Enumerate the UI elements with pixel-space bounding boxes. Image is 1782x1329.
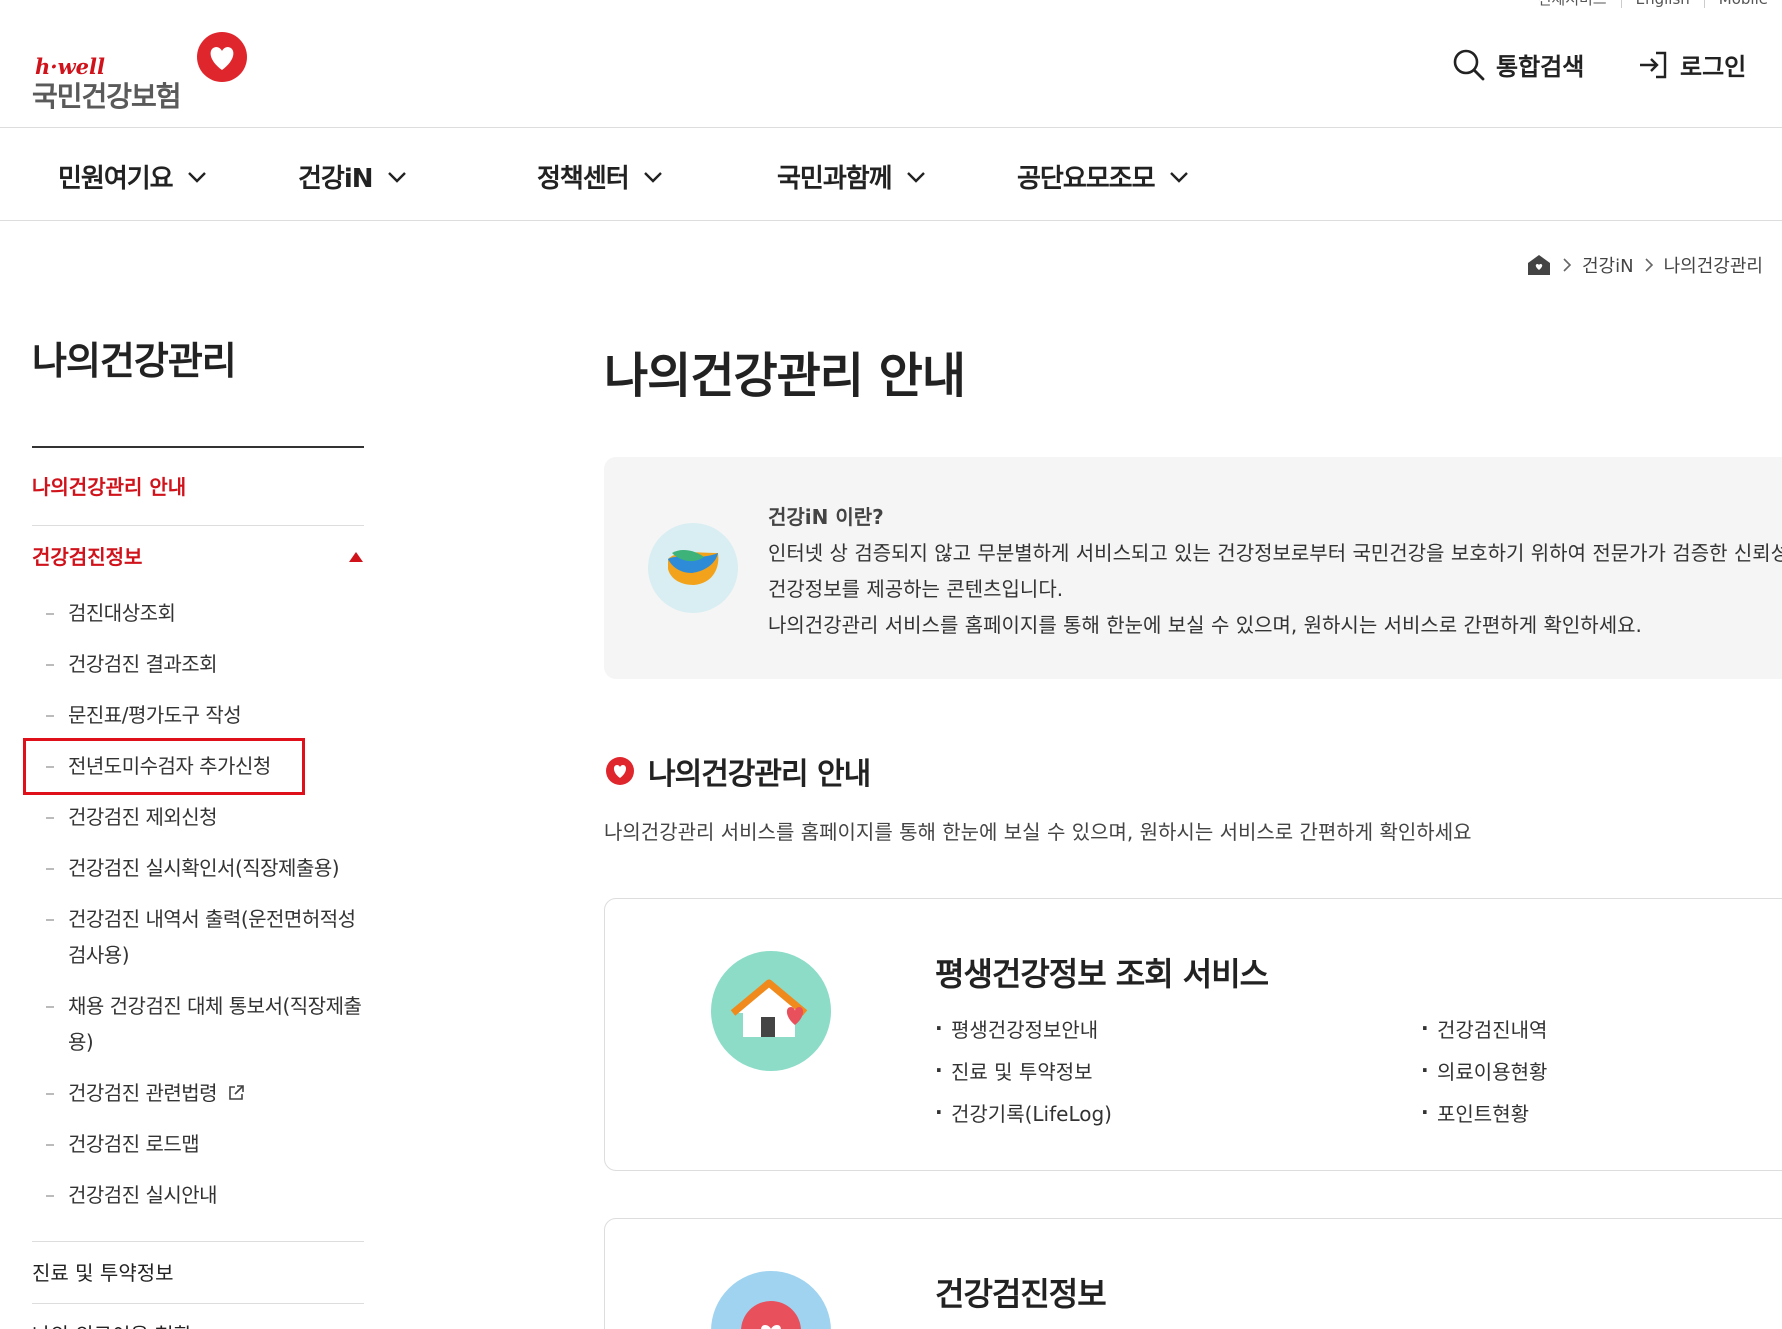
heart-bullet-icon — [606, 757, 634, 785]
chevron-right-icon — [1563, 258, 1572, 272]
sidebar-sub-list: 검진대상조회 건강검진 결과조회 문진표/평가도구 작성 전년도미수검자 추가신… — [23, 588, 364, 1221]
info-box: 건강iN 이란? 인터넷 상 검증되지 않고 무분별하게 서비스되고 있는 건강… — [604, 457, 1782, 679]
card-link[interactable]: 의료이용현황 — [1421, 1049, 1547, 1093]
card-title: 평생건강정보 조회 서비스 — [935, 955, 1269, 993]
chevron-right-icon — [1645, 258, 1653, 272]
site-header: h·well 국민건강보험 통합검색 로그인 — [0, 0, 1782, 128]
logo-heart-icon — [197, 32, 247, 82]
search-label: 통합검색 — [1496, 53, 1585, 81]
service-card-checkup[interactable]: 건강검진정보 — [604, 1218, 1782, 1329]
login-button[interactable]: 로그인 — [1636, 47, 1746, 82]
gnb-item-policy[interactable]: 정책센터 — [537, 158, 663, 195]
sidebar-group-label: 건강검진정보 — [32, 545, 143, 569]
card-link[interactable]: 건강기록(LifeLog) — [935, 1091, 1112, 1135]
sidebar-sub-item[interactable]: 채용 건강검진 대체 통보서(직장제출용) — [32, 981, 364, 1068]
info-line: 나의건강관리 서비스를 홈페이지를 통해 한눈에 보실 수 있으며, 원하시는 … — [768, 613, 1642, 637]
login-icon — [1640, 51, 1667, 78]
gnb-label: 건강iN — [298, 164, 374, 194]
info-line: 건강정보를 제공하는 콘텐츠입니다. — [768, 577, 1064, 601]
card-link-list: 건강검진내역 의료이용현황 포인트현황 — [1421, 1007, 1547, 1135]
chevron-down-icon — [187, 171, 206, 183]
card-link[interactable]: 진료 및 투약정보 — [935, 1049, 1112, 1093]
gnb-item-together[interactable]: 국민과함께 — [777, 158, 926, 195]
breadcrumb-item[interactable]: 나의건강관리 — [1664, 252, 1763, 278]
search-icon — [1453, 49, 1485, 80]
external-link-icon — [229, 1085, 244, 1100]
integrated-search-button[interactable]: 통합검색 — [1452, 47, 1584, 82]
card-link[interactable]: 건강검진내역 — [1421, 1007, 1547, 1051]
sidebar-sub-item-external[interactable]: 건강검진 관련법령 — [32, 1068, 364, 1119]
card-link-list: 평생건강정보안내 진료 및 투약정보 건강기록(LifeLog) — [935, 1007, 1112, 1135]
sidebar: 나의건강관리 나의건강관리 안내 건강검진정보 검진대상조회 건강검진 결과조회… — [23, 330, 364, 1329]
gnb-label: 국민과함께 — [777, 164, 893, 194]
sidebar-sub-item[interactable]: 건강검진 결과조회 — [32, 639, 364, 690]
gnb-item-civil[interactable]: 민원여기요 — [58, 158, 207, 195]
card-link[interactable]: 평생건강정보안내 — [935, 1007, 1112, 1051]
card-title: 건강검진정보 — [935, 1275, 1107, 1313]
healthin-logo-icon — [648, 523, 738, 613]
chevron-down-icon — [906, 171, 925, 183]
service-card-lifetime-health[interactable]: 평생건강정보 조회 서비스 평생건강정보안내 진료 및 투약정보 건강기록(Li… — [604, 898, 1782, 1171]
section-title: 나의건강관리 안내 — [604, 749, 871, 793]
gnb-item-healthin[interactable]: 건강iN — [298, 158, 407, 195]
info-line: 인터넷 상 검증되지 않고 무분별하게 서비스되고 있는 건강정보로부터 국민건… — [768, 541, 1782, 565]
breadcrumb: 건강iN 나의건강관리 — [1526, 252, 1763, 278]
chevron-down-icon — [1169, 171, 1188, 183]
house-heart-icon — [711, 951, 831, 1071]
login-label: 로그인 — [1680, 53, 1747, 81]
logo-name-text: 국민건강보험 — [32, 80, 182, 113]
info-question: 건강iN 이란? — [768, 505, 884, 529]
section-description: 나의건강관리 서비스를 홈페이지를 통해 한눈에 보실 수 있으며, 원하시는 … — [604, 820, 1472, 844]
sidebar-item-treatment[interactable]: 진료 및 투약정보 — [32, 1241, 364, 1303]
info-text: 건강iN 이란? 인터넷 상 검증되지 않고 무분별하게 서비스되고 있는 건강… — [768, 499, 1782, 643]
checkup-heart-icon — [711, 1271, 831, 1329]
caret-up-icon — [349, 552, 363, 562]
sidebar-group-checkup[interactable]: 건강검진정보 — [32, 526, 364, 588]
sidebar-sub-item[interactable]: 건강검진 로드맵 — [32, 1119, 364, 1170]
gnb-label: 민원여기요 — [58, 164, 174, 194]
sidebar-sub-item[interactable]: 건강검진 제외신청 — [32, 792, 364, 843]
chevron-down-icon — [387, 171, 406, 183]
sidebar-sub-item[interactable]: 건강검진 실시안내 — [32, 1170, 364, 1221]
site-logo[interactable]: h·well 국민건강보험 — [32, 30, 252, 113]
sidebar-sub-item[interactable]: 문진표/평가도구 작성 — [32, 690, 364, 741]
global-nav: 민원여기요 건강iN 정책센터 국민과함께 공단요모조모 — [0, 128, 1782, 221]
sidebar-sub-item[interactable]: 건강검진 내역서 출력(운전면허적성검사용) — [32, 894, 364, 981]
gnb-label: 공단요모조모 — [1017, 164, 1156, 194]
sidebar-sub-item-highlighted[interactable]: 전년도미수검자 추가신청 — [23, 738, 305, 795]
sidebar-sub-item[interactable]: 검진대상조회 — [32, 588, 364, 639]
gnb-item-about[interactable]: 공단요모조모 — [1017, 158, 1189, 195]
sidebar-item-guide[interactable]: 나의건강관리 안내 — [32, 448, 364, 526]
sidebar-item-medical-usage[interactable]: 나의 의료이용 현황 — [32, 1303, 364, 1329]
section-title-text: 나의건강관리 안내 — [648, 757, 871, 792]
sidebar-title: 나의건강관리 — [32, 330, 364, 448]
chevron-down-icon — [643, 171, 662, 183]
gnb-label: 정책센터 — [537, 164, 630, 194]
card-link[interactable]: 포인트현황 — [1421, 1091, 1547, 1135]
page-title: 나의건강관리 안내 — [604, 348, 966, 404]
home-icon[interactable] — [1526, 253, 1552, 277]
sidebar-sub-item[interactable]: 건강검진 실시확인서(직장제출용) — [32, 843, 364, 894]
sidebar-sub-item-label: 건강검진 관련법령 — [68, 1081, 218, 1105]
breadcrumb-item[interactable]: 건강iN — [1582, 252, 1634, 278]
